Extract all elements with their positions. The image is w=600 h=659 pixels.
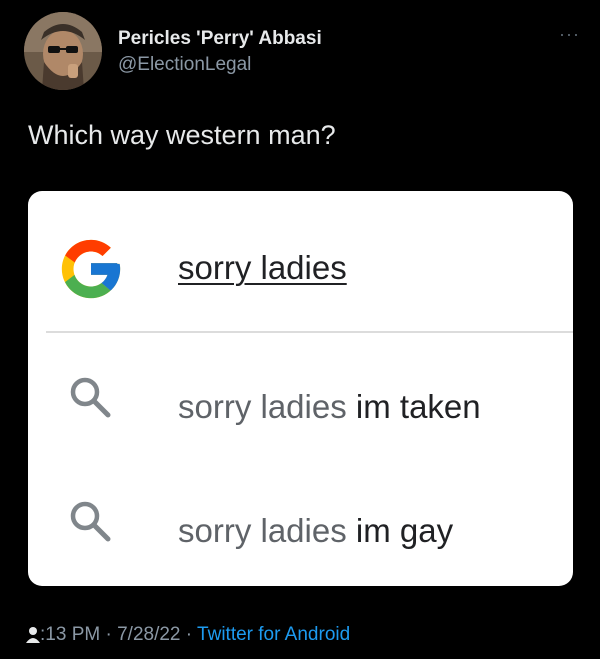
author-handle[interactable]: @ElectionLegal [118,54,251,76]
suggestion-text: sorry ladies im gay [178,512,453,550]
tweet-date[interactable]: 7/28/22 [117,624,180,645]
meta-separator: · [100,624,118,645]
tweet-header: Pericles 'Perry' Abbasi @ElectionLegal ·… [24,12,584,92]
search-screenshot-card[interactable]: sorry ladies sorry ladies im taken sorry… [28,191,573,586]
search-icon [70,377,111,418]
suggestion-prefix: sorry ladies [178,388,347,425]
tweet-source-link[interactable]: Twitter for Android [197,624,350,645]
search-query-text[interactable]: sorry ladies [178,249,347,287]
google-logo-icon [61,239,121,299]
tweet: Pericles 'Perry' Abbasi @ElectionLegal ·… [0,0,600,659]
suggestion-item[interactable]: sorry ladies im gay [28,467,573,577]
more-options-icon[interactable]: ··· [559,24,580,45]
tweet-time[interactable]: :13 PM [40,624,100,645]
search-query-row: sorry ladies [28,209,573,319]
search-query-value: sorry ladies [178,249,347,286]
suggestion-prefix: sorry ladies [178,512,347,549]
suggestion-text: sorry ladies im taken [178,388,481,426]
person-icon [26,626,40,643]
divider [46,331,573,333]
suggestion-completion: im gay [355,512,454,549]
tweet-text: Which way western man? [28,120,336,150]
meta-separator: · [180,624,198,645]
suggestion-item[interactable]: sorry ladies im taken [28,343,573,453]
author-name[interactable]: Pericles 'Perry' Abbasi [118,28,322,50]
tweet-meta: :13 PM · 7/28/22 · Twitter for Android [26,624,350,646]
suggestion-completion: im taken [355,388,481,425]
search-icon [70,501,111,542]
avatar[interactable] [24,12,102,90]
